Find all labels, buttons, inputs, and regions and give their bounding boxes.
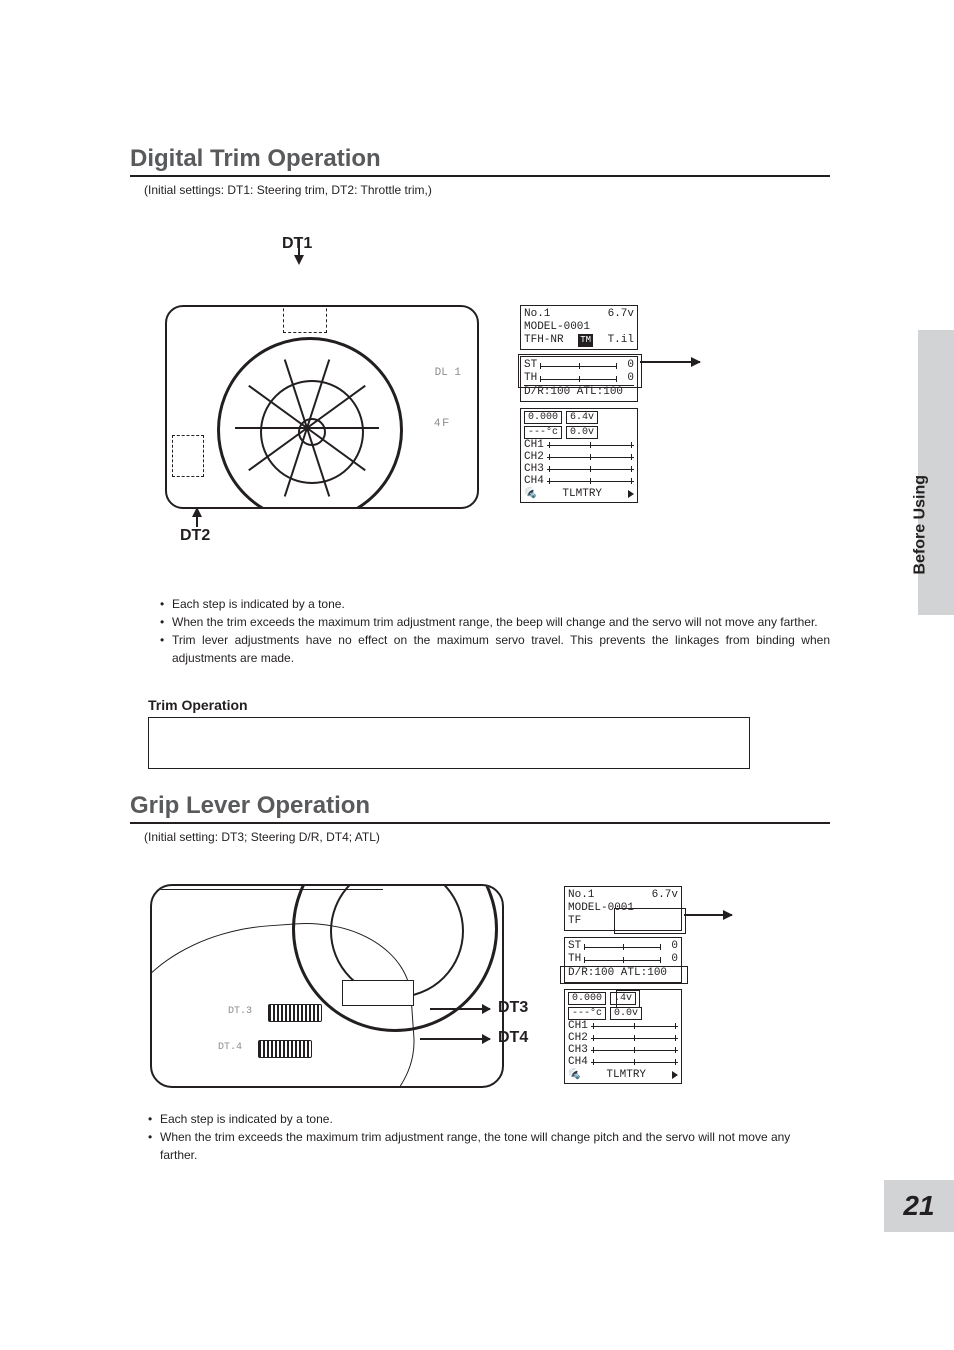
- dt3-arrow: [430, 1008, 490, 1010]
- lcd-ext-volt: 0.0v: [566, 426, 598, 439]
- section1-bullets: •Each step is indicated by a tone. •When…: [130, 595, 830, 667]
- lcd2-st-val: 0: [664, 940, 678, 953]
- section2-initial-settings: (Initial setting: DT3; Steering D/R, DT4…: [144, 830, 830, 844]
- lcd2-highlight-2: [560, 966, 688, 984]
- section1-title: Digital Trim Operation: [130, 145, 830, 173]
- section2-underline: [130, 822, 830, 824]
- lcd-ch2: CH2: [524, 451, 544, 463]
- lcd2-st: ST: [568, 940, 581, 953]
- lcd2-ext-volt: 0.0v: [610, 1007, 642, 1020]
- lcd2-timer: 0.000: [568, 992, 606, 1005]
- lever-mount: [342, 980, 414, 1006]
- lcd2-highlight-3: [616, 990, 640, 1008]
- lcd2-temp: ---°c: [568, 1007, 606, 1020]
- dt3-label: DT3: [498, 999, 528, 1017]
- dt4-label: DT4: [498, 1029, 528, 1047]
- lcd-ch3: CH3: [524, 463, 544, 475]
- lcd-model-name: MODEL-0001: [524, 321, 590, 334]
- lcd2-th-val: 0: [664, 953, 678, 966]
- lcd-signal: T.il: [608, 334, 634, 347]
- dt2-label: DT2: [180, 527, 210, 545]
- dt4-lever: [258, 1040, 312, 1058]
- play-icon-2: [672, 1071, 678, 1079]
- dt3-small-label: DT.3: [228, 1006, 252, 1017]
- lcd-timer: 0.000: [524, 411, 562, 424]
- figure1: DT1 DL 1 4F: [130, 265, 830, 525]
- lcd-temp: ---°c: [524, 426, 562, 439]
- trim-operation-heading: Trim Operation: [148, 697, 830, 713]
- figure2: DT.3 DT.4 DT3 DT4 No.16.7v MODEL-0001 TF…: [130, 876, 830, 1096]
- lcd-batt-volt: 6.7v: [608, 308, 634, 321]
- lcd-timer-frame: 0.000 6.4v ---°c 0.0v CH1 CH2 CH3 CH4 🔊 T…: [520, 408, 638, 503]
- lcd2-th: TH: [568, 953, 581, 966]
- lcd-model-no: No.1: [524, 308, 550, 321]
- section1-underline: [130, 175, 830, 177]
- dt4-small-label: DT.4: [218, 1042, 242, 1053]
- lcd-display-1: No.16.7v MODEL-0001 TFH-NRTMT.il ST0 TH0…: [520, 305, 638, 509]
- section1-initial-settings: (Initial settings: DT1: Steering trim, D…: [144, 183, 830, 197]
- transmitter-wheel-illustration: DL 1 4F: [165, 305, 479, 509]
- dl1-label: DL 1: [435, 367, 461, 379]
- lcd2-ch3: CH3: [568, 1044, 588, 1056]
- lcd1-highlight-box: [518, 354, 642, 388]
- play-icon: [628, 490, 634, 498]
- section-tab-label: Before Using: [912, 475, 930, 575]
- section2-title: Grip Lever Operation: [130, 792, 830, 820]
- lcd-mode: TFH-NR: [524, 334, 564, 347]
- lcd-rx-volt: 6.4v: [566, 411, 598, 424]
- sound-icon: 🔊: [524, 488, 536, 500]
- bullet-1-3: Trim lever adjustments have no effect on…: [172, 631, 830, 667]
- fourf-label: 4F: [434, 417, 451, 429]
- lcd2-batt-volt: 6.7v: [652, 889, 678, 902]
- bullet-1-1: Each step is indicated by a tone.: [172, 595, 345, 613]
- sound-icon-2: 🔊: [568, 1069, 580, 1081]
- lcd-ch4: CH4: [524, 475, 544, 487]
- lcd2-highlight-1: [614, 908, 686, 934]
- bullet-2-1: Each step is indicated by a tone.: [160, 1110, 333, 1128]
- lcd2-arrow-1: [684, 914, 732, 916]
- dt2-target-box: [172, 435, 204, 477]
- lcd-top-frame: No.16.7v MODEL-0001 TFH-NRTMT.il: [520, 305, 638, 350]
- dt3-lever: [268, 1004, 322, 1022]
- dt1-arrow-stem: [298, 239, 300, 257]
- lcd2-tlmtry: TLMTRY: [606, 1069, 646, 1081]
- trim-operation-box: [148, 717, 750, 769]
- section2-bullets: •Each step is indicated by a tone. •When…: [130, 1110, 830, 1164]
- lcd2-ch4: CH4: [568, 1056, 588, 1068]
- grip-illustration: DT.3 DT.4: [150, 884, 504, 1088]
- page-number-box: 21: [884, 1180, 954, 1232]
- wheel-spokes: [217, 337, 397, 509]
- lcd-tlmtry: TLMTRY: [562, 488, 602, 500]
- lcd-ch1: CH1: [524, 439, 544, 451]
- page-number: 21: [903, 1190, 934, 1222]
- bullet-1-2: When the trim exceeds the maximum trim a…: [172, 613, 818, 631]
- lcd2-mode: TF: [568, 915, 581, 928]
- lcd2-ch1: CH1: [568, 1020, 588, 1032]
- bullet-2-2: When the trim exceeds the maximum trim a…: [160, 1128, 830, 1164]
- dt2-arrow-icon: [192, 507, 202, 517]
- lcd1-arrow: [640, 361, 700, 363]
- lcd2-model-no: No.1: [568, 889, 594, 902]
- lcd2-ch2: CH2: [568, 1032, 588, 1044]
- dt4-arrow: [420, 1038, 490, 1040]
- dt1-target-box: [283, 305, 327, 333]
